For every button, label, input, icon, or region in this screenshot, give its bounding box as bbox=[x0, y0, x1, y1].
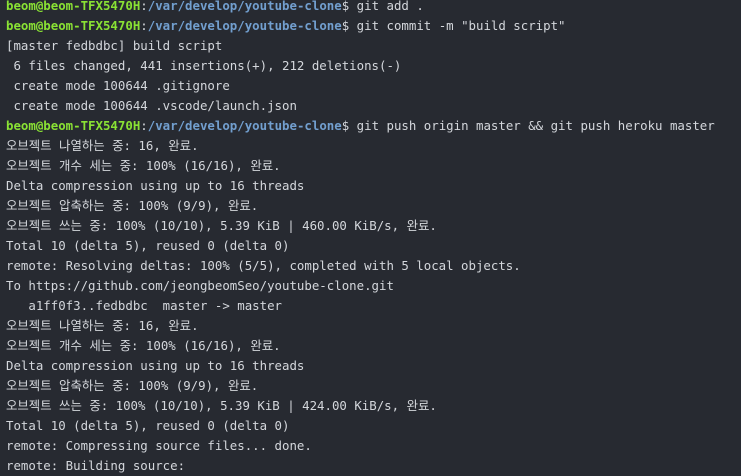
output-line: 오브젝트 나열하는 중: 16, 완료. bbox=[6, 138, 199, 153]
prompt-line: beom@beom-TFX5470H:/var/develop/youtube-… bbox=[6, 0, 741, 16]
output-line: 오브젝트 개수 세는 중: 100% (16/16), 완료. bbox=[6, 158, 281, 173]
prompt-separator: : bbox=[140, 0, 148, 13]
prompt-user-host: beom@beom-TFX5470H bbox=[6, 118, 141, 133]
output-line: 오브젝트 쓰는 중: 100% (10/10), 5.39 KiB | 424.… bbox=[6, 398, 437, 413]
prompt-path: /var/develop/youtube-clone bbox=[147, 18, 342, 33]
prompt-separator: : bbox=[140, 18, 148, 33]
command-text: git commit -m "build script" bbox=[349, 18, 566, 33]
output-line: Delta compression using up to 16 threads bbox=[6, 358, 305, 373]
prompt-user-host: beom@beom-TFX5470H bbox=[6, 18, 141, 33]
command-text: git push origin master && git push herok… bbox=[349, 118, 715, 133]
prompt-user-host: beom@beom-TFX5470H bbox=[6, 0, 141, 13]
output-line: a1ff0f3..fedbdbc master -> master bbox=[6, 298, 283, 313]
output-line: 오브젝트 나열하는 중: 16, 완료. bbox=[6, 318, 199, 333]
output-line: remote: Compressing source files... done… bbox=[6, 438, 312, 453]
output-line: 오브젝트 압축하는 중: 100% (9/9), 완료. bbox=[6, 198, 259, 213]
prompt-line: beom@beom-TFX5470H:/var/develop/youtube-… bbox=[6, 116, 741, 136]
output-line: create mode 100644 .gitignore bbox=[6, 78, 230, 93]
terminal-window[interactable]: beom@beom-TFX5470H:/var/develop/youtube-… bbox=[0, 0, 741, 476]
output-line: 오브젝트 압축하는 중: 100% (9/9), 완료. bbox=[6, 378, 259, 393]
prompt-path: /var/develop/youtube-clone bbox=[147, 0, 342, 13]
output-line: 오브젝트 개수 세는 중: 100% (16/16), 완료. bbox=[6, 338, 281, 353]
output-line: To https://github.com/jeongbeomSeo/youtu… bbox=[6, 278, 394, 293]
output-line: remote: Building source: bbox=[6, 458, 186, 473]
prompt-separator: : bbox=[140, 118, 148, 133]
output-line: Delta compression using up to 16 threads bbox=[6, 178, 305, 193]
prompt-path: /var/develop/youtube-clone bbox=[147, 118, 342, 133]
output-line: 오브젝트 쓰는 중: 100% (10/10), 5.39 KiB | 460.… bbox=[6, 218, 437, 233]
output-line: create mode 100644 .vscode/launch.json bbox=[6, 98, 297, 113]
prompt-line: beom@beom-TFX5470H:/var/develop/youtube-… bbox=[6, 16, 741, 36]
output-line: remote: Resolving deltas: 100% (5/5), co… bbox=[6, 258, 521, 273]
output-line: 6 files changed, 441 insertions(+), 212 … bbox=[6, 58, 402, 73]
output-line: [master fedbdbc] build script bbox=[6, 38, 223, 53]
command-text: git add . bbox=[349, 0, 424, 13]
output-line: Total 10 (delta 5), reused 0 (delta 0) bbox=[6, 418, 290, 433]
output-line: Total 10 (delta 5), reused 0 (delta 0) bbox=[6, 238, 290, 253]
